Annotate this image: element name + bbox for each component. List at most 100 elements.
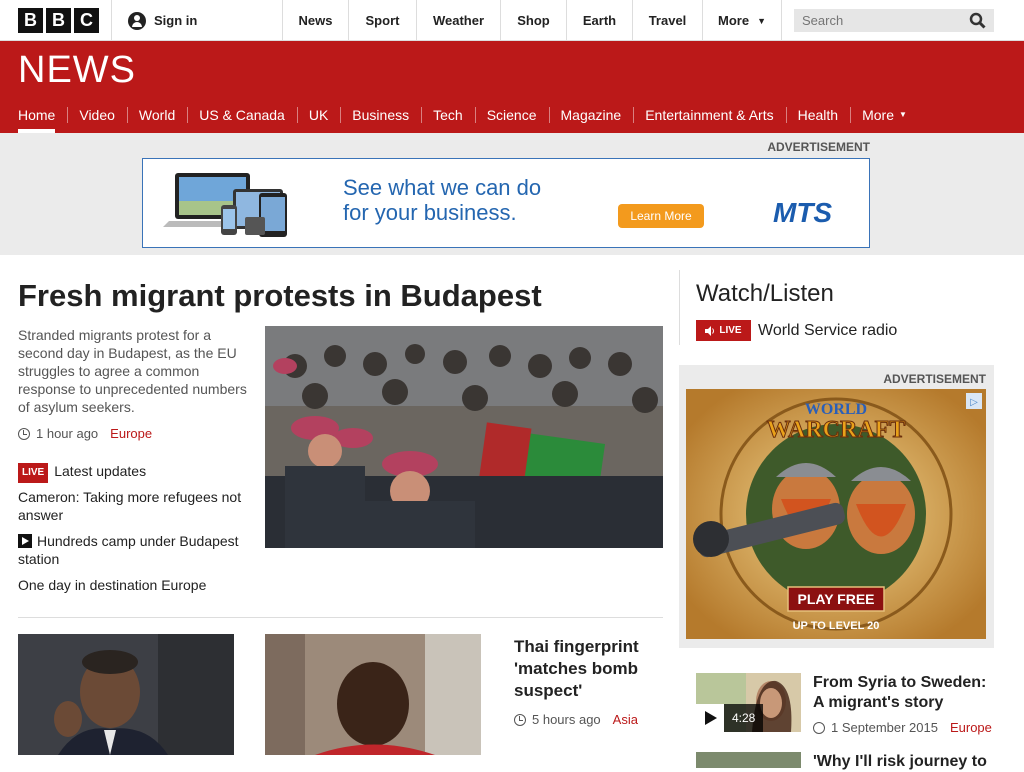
ad-tagline-line1: See what we can do [343,175,542,200]
live-pill-label: LIVE [719,325,742,336]
global-nav-earth[interactable]: Earth [566,0,632,41]
section-more[interactable]: More ▼ [850,96,919,133]
video-play-icon [18,534,32,548]
advertisement-label: ADVERTISEMENT [883,372,986,386]
caret-down-icon: ▼ [898,110,907,119]
side-story-syria-sweden[interactable]: 4:28 From Syria to Sweden: A migrant's s… [696,673,998,735]
game-title-line2: WARCRAFT [767,417,906,443]
global-nav-weather[interactable]: Weather [416,0,500,41]
section-tech[interactable]: Tech [421,96,475,133]
section-nav: Home Video World US & Canada UK Business… [0,96,919,133]
related-link-budapest-station[interactable]: Hundreds camp under Budapest station [18,532,248,568]
lead-story-meta: 1 hour ago Europe [18,426,152,441]
thai-story-time: 5 hours ago [532,712,601,727]
mts-logo: MTS [773,197,833,228]
syria-sweden-video-thumb[interactable]: 4:28 [696,673,801,732]
search-input[interactable] [800,12,960,29]
section-more-label: More [862,106,894,123]
related-link-cameron[interactable]: Cameron: Taking more refugees not answer [18,488,248,524]
section-science[interactable]: Science [474,96,549,133]
thai-story-section-link[interactable]: Asia [613,712,638,727]
lead-story-time: 1 hour ago [36,426,99,441]
ad-tagline: See what we can do for your business. [343,175,603,225]
learn-more-button[interactable]: Learn More [618,204,704,228]
side-story-section-link[interactable]: Europe [950,720,992,735]
video-badge: 4:28 [696,704,764,732]
man-story-image[interactable] [265,634,481,755]
related-link-live[interactable]: LIVE Latest updates [18,462,248,483]
global-nav-shop[interactable]: Shop [500,0,566,41]
user-icon [128,11,146,30]
mts-advert-banner[interactable]: See what we can do for your business. Le… [142,158,870,248]
obama-story-image[interactable] [18,634,234,755]
bbc-logo[interactable]: B B C [18,8,99,33]
global-navigation-bar: B B C Sign in News Sport Weather Shop Ea… [0,0,1024,41]
side-advert-band: ADVERTISEMENT WORLD WARCRAFT PLAY FREE U… [679,365,994,648]
speaker-icon [705,325,715,336]
search-icon[interactable] [969,12,986,29]
chevron-down-icon: ▼ [757,15,766,26]
side-story-date: 1 September 2015 [831,720,938,735]
advertisement-label: ADVERTISEMENT [767,140,870,154]
lead-story-section-link[interactable]: Europe [110,426,152,441]
section-world[interactable]: World [126,96,187,133]
ad-tagline-line2: for your business. [343,200,517,225]
news-title[interactable]: NEWS [18,49,136,92]
warcraft-advert[interactable]: WORLD WARCRAFT PLAY FREE UP TO LEVEL 20 … [686,389,986,639]
thai-story[interactable]: Thai fingerprint 'matches bomb suspect' … [514,636,664,727]
play-free-button: PLAY FREE [797,591,874,607]
section-business[interactable]: Business [340,96,421,133]
live-badge: LIVE [18,463,49,483]
lead-story-summary: Stranded migrants protest for a second d… [18,327,247,415]
clock-icon [514,713,526,726]
related-link-text: Hundreds camp under Budapest station [18,533,239,567]
section-home[interactable]: Home [6,96,67,133]
top-advert-band: ADVERTISEMENT See what we can do for you… [0,133,1024,255]
sign-in-label: Sign in [154,13,198,28]
world-service-live-link[interactable]: LIVE World Service radio [696,320,897,341]
thai-story-headline[interactable]: Thai fingerprint 'matches bomb suspect' [514,636,664,702]
risk-journey-thumb[interactable] [696,752,801,768]
section-magazine[interactable]: Magazine [548,96,634,133]
warcraft-artwork: WORLD WARCRAFT PLAY FREE UP TO LEVEL 20 … [686,389,986,639]
play-icon [696,704,724,732]
global-nav-news[interactable]: News [282,0,348,41]
global-nav-travel[interactable]: Travel [632,0,702,41]
side-story-title[interactable]: 'Why I'll risk journey to [813,752,998,772]
search-box [794,9,994,32]
more-label: More [718,13,750,28]
game-title-line1: WORLD [805,401,867,418]
man-portrait-photo [265,634,481,755]
sign-in-link[interactable]: Sign in [111,0,282,41]
section-health[interactable]: Health [785,96,850,133]
logo-letter: B [18,8,43,33]
global-nav-more[interactable]: More ▼ [702,0,782,41]
world-service-label: World Service radio [758,321,898,339]
logo-letter: B [46,8,71,33]
news-header: NEWS Home Video World US & Canada UK Bus… [0,41,1024,133]
section-uk[interactable]: UK [296,96,340,133]
side-story-title[interactable]: From Syria to Sweden: A migrant's story [813,673,998,713]
side-story-meta: 1 September 2015 Europe [813,720,992,735]
watch-listen-title[interactable]: Watch/Listen [696,280,834,308]
logo-letter: C [74,8,99,33]
clock-icon [18,427,30,440]
svg-text:▷: ▷ [970,397,978,408]
play-free-sub: UP TO LEVEL 20 [793,620,880,632]
global-nav-sport[interactable]: Sport [348,0,416,41]
section-entertainment-arts[interactable]: Entertainment & Arts [633,96,785,133]
section-us-canada[interactable]: US & Canada [187,96,297,133]
obama-photo [18,634,234,755]
clock-icon [813,721,825,734]
protest-crowd-photo [265,326,663,548]
side-story-risk-journey[interactable]: 'Why I'll risk journey to [696,752,996,770]
video-duration: 4:28 [724,704,764,732]
lead-story-image[interactable] [265,326,663,548]
devices-illustration [163,173,287,237]
section-video[interactable]: Video [67,96,127,133]
lead-story-headline[interactable]: Fresh migrant protests in Budapest [18,278,542,314]
column-divider [679,270,680,345]
related-link-destination-europe[interactable]: One day in destination Europe [18,576,248,594]
related-link-text: Latest updates [54,463,147,479]
global-nav-links: News Sport Weather Shop Earth Travel Mor… [282,0,782,41]
